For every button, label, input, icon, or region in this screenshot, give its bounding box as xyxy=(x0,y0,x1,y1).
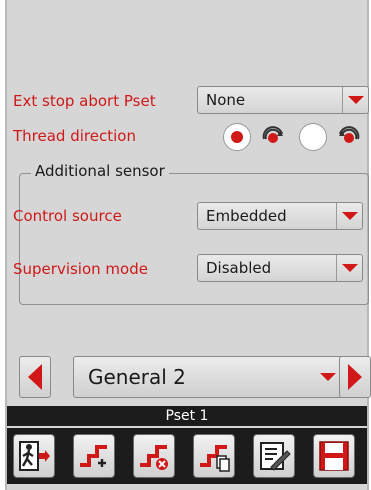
ext-stop-abort-pset-label: Ext stop abort Pset xyxy=(13,92,156,110)
edit-button[interactable] xyxy=(253,434,295,478)
control-source-dropdown[interactable]: Embedded xyxy=(197,202,363,230)
ext-stop-abort-pset-value: None xyxy=(206,91,246,109)
edit-icon xyxy=(260,442,291,471)
thread-direction-counterclockwise-radio[interactable] xyxy=(299,123,327,151)
additional-sensor-group xyxy=(19,173,369,305)
status-text: Pset 1 xyxy=(165,408,209,424)
ext-stop-abort-pset-dropdown[interactable]: None xyxy=(197,86,369,114)
thread-direction-label: Thread direction xyxy=(13,127,136,145)
counterclockwise-rotation-icon xyxy=(339,126,360,143)
supervision-mode-dropdown[interactable]: Disabled xyxy=(197,254,363,282)
previous-page-button[interactable] xyxy=(19,356,51,398)
page-select[interactable]: General 2 xyxy=(73,356,349,398)
control-source-label: Control source xyxy=(13,207,122,225)
delete-step-button[interactable] xyxy=(133,434,175,478)
chevron-down-icon[interactable] xyxy=(336,255,362,281)
pset-settings-screen: Ext stop abort Pset None Thread directio… xyxy=(5,0,371,490)
control-source-value: Embedded xyxy=(206,207,287,225)
supervision-mode-label: Supervision mode xyxy=(13,260,148,278)
exit-icon xyxy=(19,441,50,471)
chevron-down-icon[interactable] xyxy=(336,203,362,229)
arrow-right-icon xyxy=(348,364,362,390)
delete-step-icon xyxy=(140,445,168,470)
toolbar xyxy=(7,428,367,484)
page-select-value: General 2 xyxy=(88,365,186,389)
status-bar: Pset 1 xyxy=(7,406,367,426)
save-icon xyxy=(319,441,349,471)
page-navigation: General 2 xyxy=(19,356,371,398)
clockwise-rotation-icon xyxy=(262,126,283,143)
add-step-icon xyxy=(80,445,107,467)
exit-button[interactable] xyxy=(13,434,55,478)
copy-step-icon xyxy=(200,445,230,472)
additional-sensor-title: Additional sensor xyxy=(31,162,169,180)
thread-direction-clockwise-radio[interactable] xyxy=(223,123,251,151)
next-page-button[interactable] xyxy=(339,356,371,398)
arrow-left-icon xyxy=(28,364,42,390)
supervision-mode-value: Disabled xyxy=(206,259,272,277)
chevron-down-icon[interactable] xyxy=(342,87,368,113)
save-button[interactable] xyxy=(313,434,355,478)
copy-step-button[interactable] xyxy=(193,434,235,478)
add-step-button[interactable] xyxy=(73,434,115,478)
